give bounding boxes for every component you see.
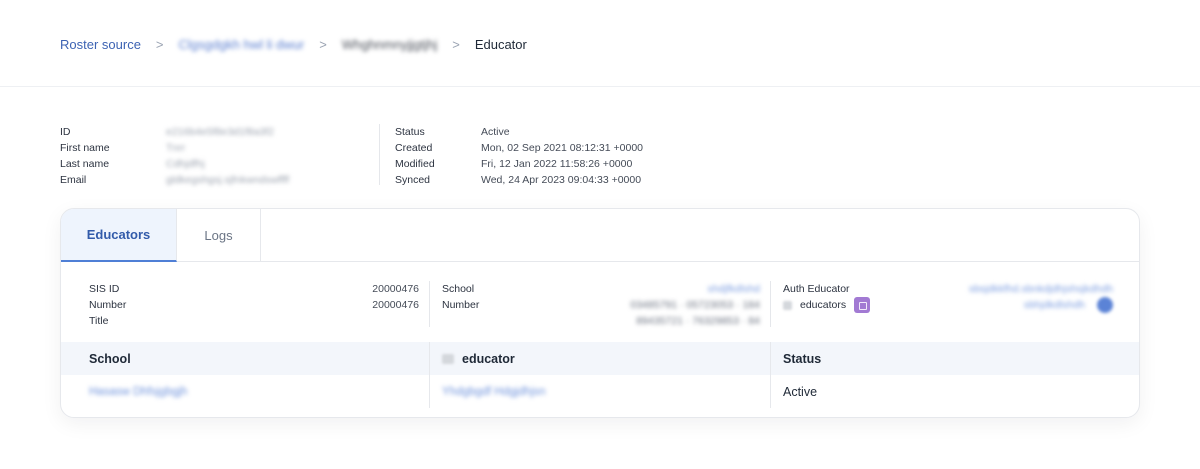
breadcrumb-current: Educator <box>474 36 527 52</box>
school-number-value: 03485791 · 05723053 · 184 <box>630 299 760 311</box>
detail-column-ids: SIS ID 20000476 Number 20000476 Title <box>89 281 419 329</box>
header-divider <box>0 86 1200 87</box>
breadcrumb: Roster source > Clgsgdgkh hwl li dwur > … <box>60 36 527 52</box>
avatar[interactable] <box>1097 297 1113 313</box>
meta-row-status: Status Active <box>395 124 643 140</box>
detail-label: SIS ID <box>89 283 120 295</box>
detail-row-school: School shdjfkdlshd <box>442 281 760 297</box>
breadcrumb-entity-link[interactable]: Whghnmnyjjgtjhj <box>342 37 437 52</box>
school-link[interactable]: shdjfkdlshd <box>707 283 760 295</box>
meta-row-email: Email gldkegshgsj.sjfnkwndswffff <box>60 172 289 188</box>
detail-divider <box>770 281 771 327</box>
school-name[interactable]: Hasasw Dhfsjgbgjh <box>89 386 187 398</box>
detail-label: Title <box>89 315 109 327</box>
column-divider <box>770 375 771 408</box>
table-header: School educator Status <box>61 342 1139 375</box>
detail-row-number: Number 20000476 <box>89 297 419 313</box>
school-number-value: 89435721 · 76329853 · 84 <box>636 315 760 327</box>
meta-value: gldkegshgsj.sjfnkwndswffff <box>166 174 290 186</box>
meta-row-synced: Synced Wed, 24 Apr 2023 09:04:33 +0000 <box>395 172 643 188</box>
detail-divider <box>429 281 430 327</box>
detail-row-title: Title <box>89 313 419 329</box>
meta-row-last-name: Last name Cdhjdfhj <box>60 156 289 172</box>
column-divider <box>429 342 430 375</box>
educator-meta-status: Status Active Created Mon, 02 Sep 2021 0… <box>395 124 643 188</box>
tab-logs[interactable]: Logs <box>177 209 261 262</box>
meta-row-created: Created Mon, 02 Sep 2021 08:12:31 +0000 <box>395 140 643 156</box>
row-status: Active <box>783 384 818 399</box>
breadcrumb-roster-source-link[interactable]: Roster source <box>60 37 141 52</box>
auth-secondary-link[interactable]: sbhjdkdlshdh <box>1024 299 1085 311</box>
educator-name[interactable]: Yhdgbgdf Hdgjdhjsn <box>442 386 546 398</box>
column-header-school[interactable]: School <box>89 342 131 375</box>
table-row: Hasasw Dhfsjgbgjh Yhdgbgdf Hdgjdhjsn Act… <box>61 375 1139 408</box>
meta-label: Modified <box>395 158 435 170</box>
detail-column-school: School shdjfkdlshd Number 03485791 · 057… <box>442 281 760 329</box>
breadcrumb-source-link[interactable]: Clgsgdgkh hwl li dwur <box>179 37 305 52</box>
row-school-link[interactable]: Hasasw Dhfsjgbgjh <box>89 375 187 408</box>
meta-label: ID <box>60 126 71 138</box>
copy-icon[interactable] <box>854 297 871 313</box>
meta-label: Synced <box>395 174 431 186</box>
column-divider <box>770 342 771 375</box>
column-header-label: educator <box>462 351 515 366</box>
detail-label: Number <box>442 299 480 311</box>
educator-detail: SIS ID 20000476 Number 20000476 Title Sc… <box>61 281 1139 343</box>
number-value: 20000476 <box>372 299 419 311</box>
meta-row-id: ID e216b4e5f8e3d1f8a3f2 <box>60 124 289 140</box>
meta-label: First name <box>60 142 110 154</box>
detail-row-school-number: Number 03485791 · 05723053 · 184 <box>442 297 760 313</box>
column-header-educator[interactable]: educator <box>442 342 515 375</box>
meta-label: Created <box>395 142 433 154</box>
created-timestamp: Mon, 02 Sep 2021 08:12:31 +0000 <box>481 142 644 154</box>
tab-educators[interactable]: Educators <box>61 209 177 262</box>
meta-value: Cdhjdfhj <box>166 158 205 170</box>
status-value: Active <box>481 126 510 138</box>
detail-label: Auth Educator <box>783 283 850 295</box>
meta-value: e216b4e5f8e3d1f8a3f2 <box>166 126 275 138</box>
meta-label: Last name <box>60 158 110 170</box>
auth-educator-link[interactable]: sbsjdkkfhd.sbnkdjdhjshsjkdhdh <box>969 283 1113 295</box>
row-educator-link[interactable]: Yhdgbgdf Hdgjdhjsn <box>442 375 546 408</box>
detail-label: School <box>442 283 475 295</box>
detail-row-school-number-2: 89435721 · 76329853 · 84 <box>442 313 760 329</box>
column-divider <box>429 375 430 408</box>
detail-label: Number <box>89 299 127 311</box>
educators-label: educators <box>800 299 847 311</box>
sis-id-value: 20000476 <box>372 283 419 295</box>
educator-meta-identity: ID e216b4e5f8e3d1f8a3f2 First name Tnrr … <box>60 124 289 188</box>
modified-timestamp: Fri, 12 Jan 2022 11:58:26 +0000 <box>481 158 633 170</box>
meta-label: Email <box>60 174 87 186</box>
app-icon <box>783 300 792 310</box>
chevron-right-icon: > <box>452 36 460 52</box>
meta-row-modified: Modified Fri, 12 Jan 2022 11:58:26 +0000 <box>395 156 643 172</box>
meta-value: Tnrr <box>166 142 186 154</box>
app-icon <box>442 353 454 364</box>
detail-row-auth-educator: Auth Educator sbsjdkkfhd.sbnkdjdhjshsjkd… <box>783 281 1113 297</box>
meta-label: Status <box>395 126 425 138</box>
educator-card: Educators Logs SIS ID 20000476 Number 20… <box>60 208 1140 418</box>
chevron-right-icon: > <box>155 36 164 52</box>
tab-bar: Educators Logs <box>61 209 1139 262</box>
meta-divider <box>379 124 380 185</box>
chevron-right-icon: > <box>319 36 327 52</box>
column-header-status[interactable]: Status <box>783 342 821 375</box>
meta-row-first-name: First name Tnrr <box>60 140 289 156</box>
synced-timestamp: Wed, 24 Apr 2023 09:04:33 +0000 <box>481 174 642 186</box>
detail-column-auth: Auth Educator sbsjdkkfhd.sbnkdjdhjshsjkd… <box>783 281 1113 313</box>
detail-row-sis-id: SIS ID 20000476 <box>89 281 419 297</box>
detail-row-educators: educators sbhjdkdlshdh <box>783 297 1113 313</box>
